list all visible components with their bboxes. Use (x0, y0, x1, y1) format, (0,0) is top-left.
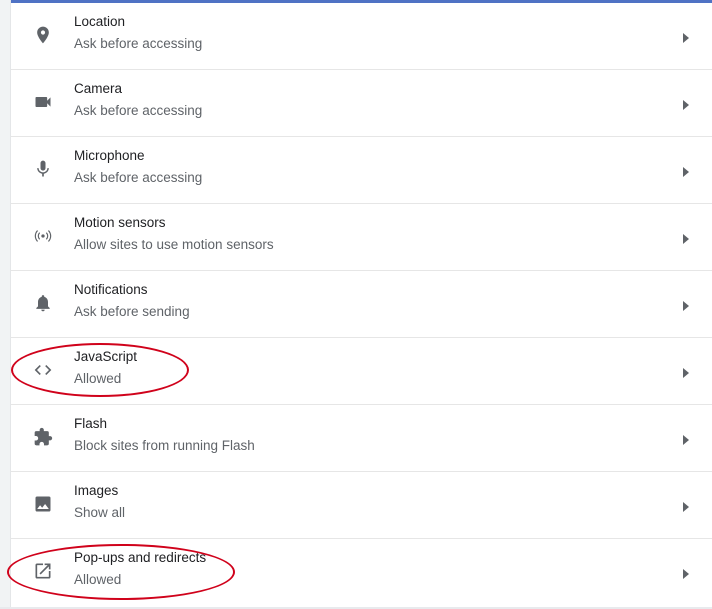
setting-status: Allowed (74, 572, 122, 587)
setting-status: Block sites from running Flash (74, 438, 255, 453)
setting-status: Allowed (74, 371, 122, 386)
setting-row-microphone[interactable]: Microphone Ask before accessing (11, 137, 712, 204)
setting-status: Ask before accessing (74, 36, 203, 51)
microphone-icon (33, 159, 53, 179)
left-rail (0, 0, 11, 609)
chevron-right-icon (683, 231, 689, 244)
chevron-right-icon (683, 499, 689, 512)
setting-label: Camera (74, 81, 123, 96)
setting-row-motion-sensors[interactable]: Motion sensors Allow sites to use motion… (11, 204, 712, 271)
setting-label: JavaScript (74, 349, 138, 364)
location-pin-icon (33, 25, 53, 45)
image-icon (33, 494, 53, 514)
chevron-right-icon (683, 365, 689, 378)
bell-icon (33, 293, 53, 313)
setting-status: Ask before accessing (74, 103, 203, 118)
code-icon (33, 360, 53, 380)
camera-icon (33, 92, 53, 112)
setting-row-popups-redirects[interactable]: Pop-ups and redirects Allowed (11, 539, 712, 606)
setting-row-flash[interactable]: Flash Block sites from running Flash (11, 405, 712, 472)
setting-status: Show all (74, 505, 126, 520)
site-settings-list: Location Ask before accessing Camera Ask… (11, 3, 712, 607)
setting-label: Location (74, 14, 126, 29)
setting-label: Motion sensors (74, 215, 166, 230)
puzzle-piece-icon (33, 427, 53, 447)
setting-status: Allow sites to use motion sensors (74, 237, 274, 252)
setting-row-location[interactable]: Location Ask before accessing (11, 3, 712, 70)
chevron-right-icon (683, 432, 689, 445)
setting-row-camera[interactable]: Camera Ask before accessing (11, 70, 712, 137)
setting-label: Flash (74, 416, 108, 431)
motion-sensors-icon (33, 226, 53, 246)
setting-row-images[interactable]: Images Show all (11, 472, 712, 539)
open-in-new-icon (33, 561, 53, 581)
chevron-right-icon (683, 164, 689, 177)
chevron-right-icon (683, 97, 689, 110)
setting-status: Ask before sending (74, 304, 190, 319)
setting-row-javascript[interactable]: JavaScript Allowed (11, 338, 712, 405)
setting-label: Microphone (74, 148, 145, 163)
setting-label: Pop-ups and redirects (74, 550, 207, 565)
setting-label: Notifications (74, 282, 148, 297)
chevron-right-icon (683, 566, 689, 579)
chevron-right-icon (683, 30, 689, 43)
chevron-right-icon (683, 298, 689, 311)
setting-status: Ask before accessing (74, 170, 203, 185)
setting-label: Images (74, 483, 119, 498)
setting-row-notifications[interactable]: Notifications Ask before sending (11, 271, 712, 338)
